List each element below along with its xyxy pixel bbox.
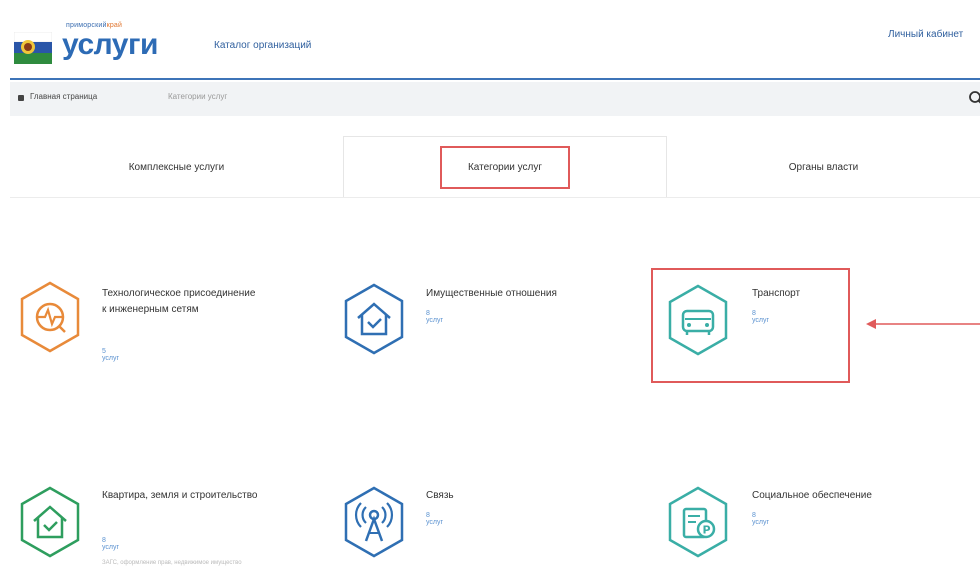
svg-text:P: P (703, 524, 711, 537)
category-description: ЗАГС, оформление прав, недвижимое имущес… (102, 560, 242, 566)
category-count: 5 услуг (102, 348, 120, 362)
tab-label: Категории услуг (467, 162, 543, 173)
logo-title[interactable]: услуги (62, 28, 158, 62)
category-title: Связь (426, 490, 454, 501)
search-icon[interactable] (968, 90, 980, 106)
category-title: Социальное обеспечение (752, 490, 872, 501)
tab-authorities[interactable]: Органы власти (667, 136, 980, 198)
category-title: Имущественные отношения (426, 288, 557, 299)
tab-service-categories[interactable]: Категории услуг (343, 136, 667, 198)
tab-highlight-frame: Категории услуг (439, 146, 571, 189)
tab-label: Комплексные услуги (128, 161, 225, 173)
tabs-divider (10, 197, 980, 198)
region-flag-icon[interactable] (14, 32, 52, 64)
category-title: Квартира, земля и строительство (102, 490, 258, 501)
transport-highlight-frame (651, 268, 850, 383)
catalog-link[interactable]: Каталог организаций (214, 40, 311, 51)
tech-connection-icon (20, 281, 80, 353)
pointer-arrow-icon (866, 319, 980, 329)
breadcrumb-current: Категории услуг (168, 92, 228, 101)
category-count: 8 услуг (752, 512, 770, 526)
house-check-icon (20, 486, 80, 558)
cabinet-link[interactable]: Личный кабинет (888, 29, 963, 40)
tab-label: Органы власти (788, 161, 859, 173)
header-divider (10, 78, 980, 80)
antenna-icon (344, 486, 404, 558)
home-icon (18, 95, 24, 101)
site-header: приморскийкрай услуги Каталог организаци… (0, 0, 980, 78)
category-count: 8 услуг (426, 512, 444, 526)
category-title: Технологическое присоединение к инженерн… (102, 288, 256, 315)
parking-doc-icon: P (668, 486, 728, 558)
category-count: 8 услуг (426, 310, 444, 324)
house-check-icon (344, 283, 404, 355)
tabs-bar: Комплексные услуги Категории услуг Орган… (10, 136, 980, 198)
category-count: 8 услуг (102, 537, 120, 551)
tab-complex-services[interactable]: Комплексные услуги (10, 136, 343, 198)
breadcrumb-home[interactable]: Главная страница (30, 92, 97, 101)
breadcrumb: Главная страница Категории услуг (10, 82, 980, 116)
